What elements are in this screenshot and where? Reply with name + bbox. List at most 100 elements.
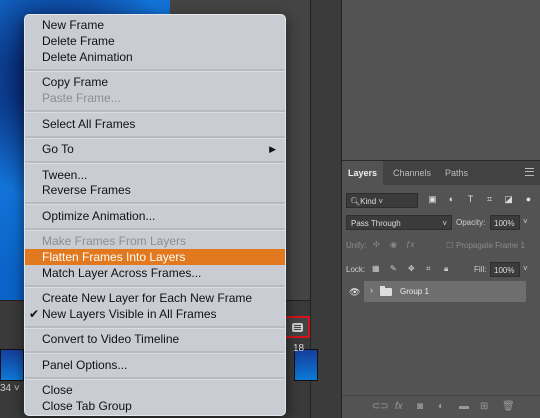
opacity-label: Opacity: — [456, 218, 486, 227]
panel-menu-icon[interactable] — [525, 168, 534, 176]
menu-separator — [25, 285, 285, 288]
new-group-icon[interactable]: ▬ — [459, 401, 469, 412]
fill-label: Fill: — [474, 265, 487, 274]
upper-panel-area — [342, 0, 540, 160]
new-layer-icon[interactable]: ⊞ — [480, 401, 488, 412]
propagate-frame-label: Propagate Frame 1 — [456, 241, 525, 250]
menu-item-new-frame[interactable]: New Frame — [25, 17, 285, 33]
menu-item-panel-options[interactable]: Panel Options... — [25, 357, 285, 373]
trash-icon[interactable]: 🗑︎ — [502, 401, 515, 412]
chevron-right-icon[interactable]: › — [370, 285, 373, 295]
unify-style-icon[interactable]: ƒx — [406, 240, 414, 249]
menu-item-label: Go To — [42, 142, 74, 156]
menu-separator — [25, 326, 285, 329]
menu-item-new-layers-visible[interactable]: ✔ New Layers Visible in All Frames — [25, 306, 285, 322]
menu-item-convert-to-video-timeline[interactable]: Convert to Video Timeline — [25, 331, 285, 347]
menu-item-flatten-frames-into-layers[interactable]: Flatten Frames Into Layers — [25, 249, 285, 265]
folder-icon — [380, 286, 392, 296]
layers-panel: Layers Channels Paths 🔍︎Kind ˅ ▣ ◐ T ⌗ ◪… — [342, 160, 540, 418]
eye-icon[interactable]: 👁︎ — [349, 287, 360, 298]
lock-all-icon[interactable]: 🔒︎ — [444, 264, 448, 274]
menu-separator — [25, 228, 285, 231]
menu-item-create-new-layer-each-frame[interactable]: Create New Layer for Each New Frame — [25, 290, 285, 306]
menu-item-close-tab-group[interactable]: Close Tab Group — [25, 398, 285, 414]
fill-field[interactable]: 100% — [490, 262, 520, 277]
filter-kind-select[interactable]: 🔍︎Kind ˅ — [346, 193, 418, 208]
adjustment-layer-icon[interactable]: ◐ — [438, 401, 444, 412]
shape-filter-icon[interactable]: ⌗ — [485, 195, 494, 204]
blend-mode-select[interactable]: Pass Through ˅ — [346, 215, 452, 230]
chevron-down-icon[interactable]: ˅ — [523, 264, 528, 273]
menu-item-paste-frame: Paste Frame... — [25, 90, 285, 106]
menu-separator — [25, 69, 285, 72]
frame-thumbnail[interactable] — [0, 349, 24, 381]
layer-mask-icon[interactable]: ◙ — [417, 401, 423, 412]
menu-item-label: Match Layer Across Frames... — [42, 266, 202, 280]
opacity-field[interactable]: 100% — [490, 215, 520, 230]
layers-bottom-toolbar: ⊂⊃ fx ◙ ◐ ▬ ⊞ 🗑︎ — [342, 395, 540, 418]
menu-item-select-all-frames[interactable]: Select All Frames — [25, 116, 285, 132]
lock-transparent-icon[interactable]: ▦ — [372, 264, 380, 273]
menu-item-label: Delete Frame — [42, 34, 115, 48]
propagate-checkbox[interactable]: ☐ — [446, 241, 453, 250]
filter-toggle-icon[interactable]: ● — [524, 195, 533, 204]
search-icon: 🔍︎ — [350, 197, 361, 206]
menu-item-copy-frame[interactable]: Copy Frame — [25, 74, 285, 90]
menu-separator — [25, 161, 285, 164]
loop-selector[interactable]: 34 ˅ — [0, 383, 20, 394]
timeline-panel-menu-button[interactable] — [284, 316, 310, 338]
blend-mode-value: Pass Through — [351, 219, 401, 228]
menu-item-label: Select All Frames — [42, 117, 136, 131]
menu-item-label: Optimize Animation... — [42, 209, 156, 223]
menu-item-label: Flatten Frames Into Layers — [42, 250, 186, 264]
menu-item-label: Make Frames From Layers — [42, 234, 187, 248]
chevron-down-icon: ˅ — [442, 219, 447, 228]
unify-position-icon[interactable]: ✣ — [373, 240, 380, 249]
menu-item-label: New Frame — [42, 18, 105, 32]
layers-panel-tabs: Layers Channels Paths — [342, 161, 540, 185]
menu-item-close[interactable]: Close — [25, 382, 285, 398]
frame-number: 18 — [293, 343, 305, 354]
lock-artboard-icon[interactable]: ⌗ — [426, 264, 431, 274]
adjustment-filter-icon[interactable]: ◐ — [447, 195, 456, 204]
image-filter-icon[interactable]: ▣ — [428, 195, 437, 204]
menu-separator — [25, 202, 285, 205]
menu-item-delete-frame[interactable]: Delete Frame — [25, 33, 285, 49]
menu-icon — [291, 322, 303, 332]
menu-item-tween[interactable]: Tween... — [25, 167, 285, 183]
menu-item-delete-animation[interactable]: Delete Animation — [25, 49, 285, 65]
smart-object-filter-icon[interactable]: ◪ — [504, 195, 513, 204]
link-layers-icon[interactable]: ⊂⊃ — [372, 401, 389, 412]
menu-separator — [25, 377, 285, 380]
menu-item-label: Delete Animation — [42, 50, 133, 64]
tab-paths[interactable]: Paths — [439, 161, 474, 185]
menu-separator — [25, 351, 285, 354]
tab-channels[interactable]: Channels — [387, 161, 437, 185]
menu-item-reverse-frames[interactable]: Reverse Frames — [25, 182, 285, 198]
menu-item-label: Convert to Video Timeline — [42, 332, 180, 346]
lock-label: Lock: — [346, 265, 366, 274]
lock-pixels-icon[interactable]: ✎ — [390, 264, 397, 273]
menu-separator — [25, 110, 285, 113]
tab-layers[interactable]: Layers — [342, 161, 384, 185]
menu-item-label: Create New Layer for Each New Frame — [42, 291, 253, 305]
layer-name[interactable]: Group 1 — [400, 287, 429, 296]
unify-visibility-icon[interactable]: ◉ — [390, 240, 397, 249]
menu-item-optimize-animation[interactable]: Optimize Animation... — [25, 208, 285, 224]
chevron-down-icon[interactable]: ˅ — [523, 217, 528, 226]
menu-item-label: Reverse Frames — [42, 183, 131, 197]
submenu-arrow-icon: ▶ — [269, 144, 276, 154]
menu-item-label: Close Tab Group — [42, 399, 132, 413]
menu-item-label: Paste Frame... — [42, 91, 121, 105]
menu-item-go-to[interactable]: Go To ▶ — [25, 141, 285, 157]
menu-separator — [25, 136, 285, 139]
menu-item-label: Tween... — [42, 168, 88, 182]
lock-position-icon[interactable]: ✥ — [408, 264, 415, 273]
menu-item-label: Copy Frame — [42, 75, 109, 89]
menu-item-label: Panel Options... — [42, 358, 128, 372]
menu-item-label: New Layers Visible in All Frames — [42, 307, 217, 321]
type-filter-icon[interactable]: T — [466, 195, 475, 204]
menu-item-label: Close — [42, 383, 73, 397]
layer-style-icon[interactable]: fx — [395, 401, 403, 412]
menu-item-match-layer-across-frames[interactable]: Match Layer Across Frames... — [25, 265, 285, 281]
